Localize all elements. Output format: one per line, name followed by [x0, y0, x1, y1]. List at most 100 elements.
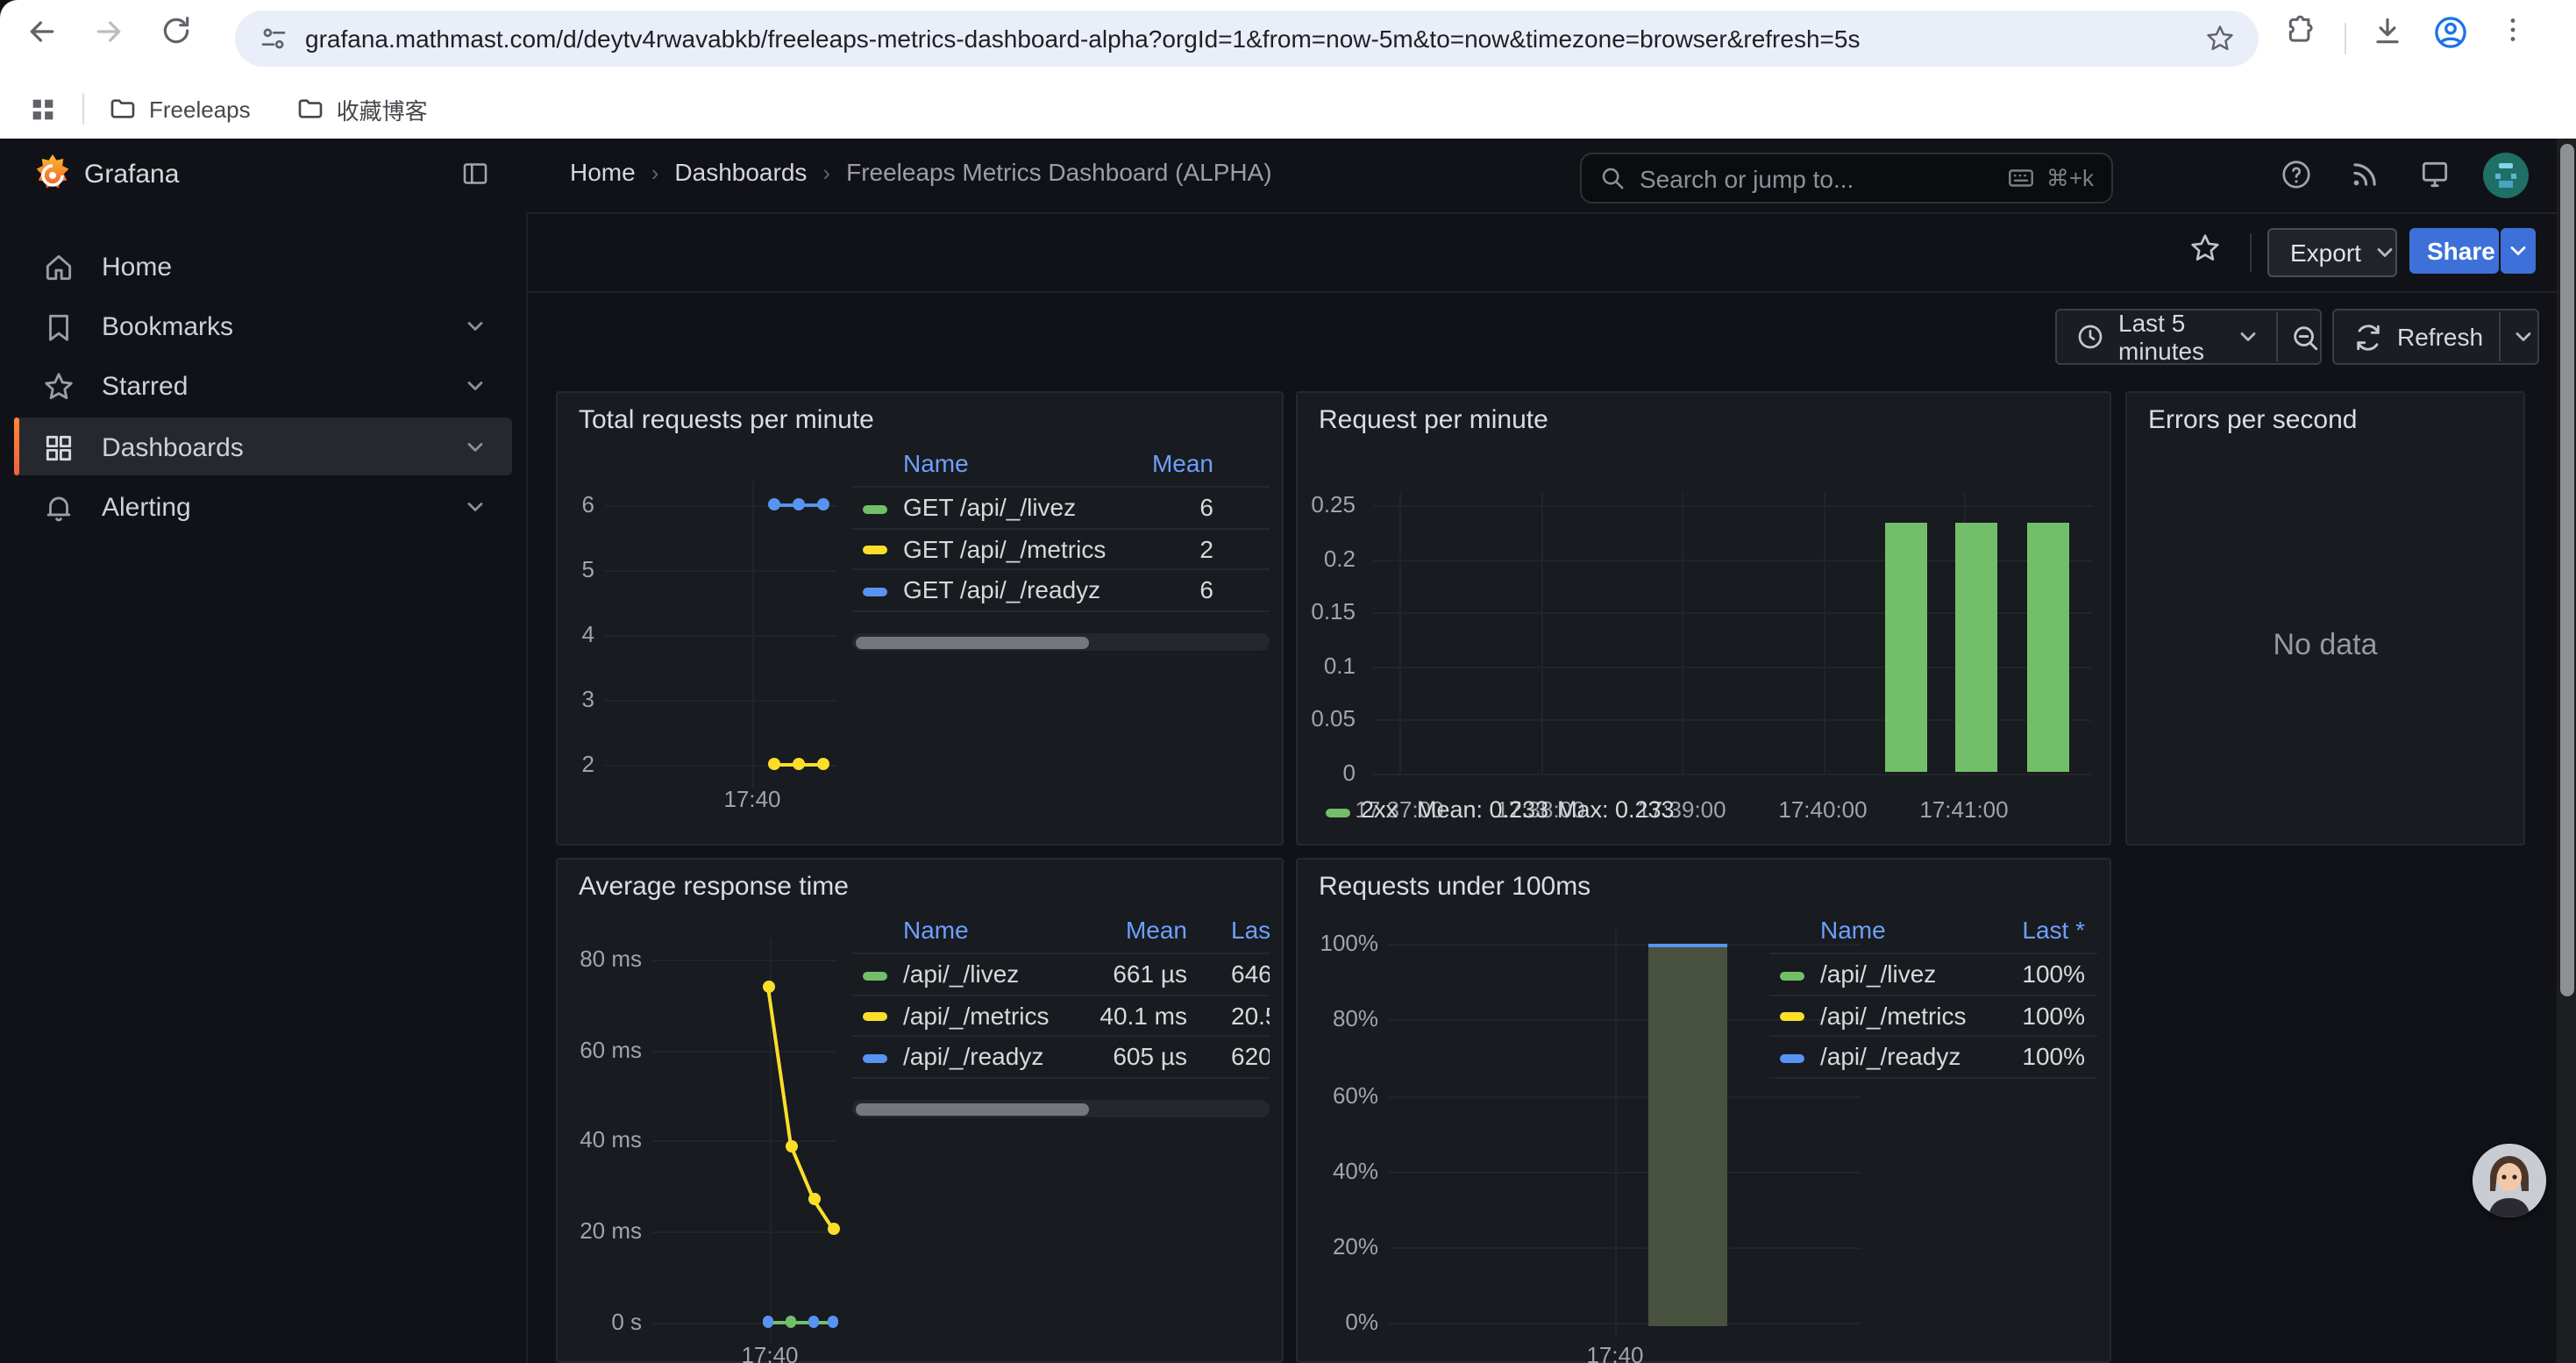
- url-bar[interactable]: grafana.mathmast.com/d/deytv4rwavabkb/fr…: [235, 11, 2259, 67]
- zoom-out-icon[interactable]: [2290, 322, 2320, 352]
- sidebar-item-label: Alerting: [102, 492, 421, 522]
- refresh-button[interactable]: Refresh: [2397, 323, 2483, 351]
- export-button[interactable]: Export: [2267, 228, 2397, 277]
- downloads-icon[interactable]: [2371, 14, 2420, 63]
- legend-column-header[interactable]: Mean: [1003, 449, 1213, 477]
- search-shortcut: ⌘+k: [2006, 163, 2094, 193]
- y-axis-label: 80 ms: [558, 946, 642, 972]
- extensions-icon[interactable]: [2285, 14, 2334, 63]
- gridline: [1389, 943, 1861, 945]
- help-icon[interactable]: [2280, 158, 2313, 191]
- user-avatar[interactable]: [2483, 153, 2529, 198]
- data-point: [816, 758, 829, 770]
- apps-grid-icon[interactable]: [28, 94, 58, 124]
- panel-requests-under-100ms[interactable]: Requests under 100ms 100%80%60%40%20%0%1…: [1296, 858, 2111, 1363]
- divider: [2499, 312, 2501, 361]
- bookmark-folder-blogs[interactable]: 收藏博客: [296, 92, 428, 125]
- scrollbar-thumb[interactable]: [2559, 144, 2573, 996]
- x-axis-label: 17:40: [708, 786, 796, 812]
- time-range-picker[interactable]: Last 5 minutes: [2118, 309, 2224, 365]
- gridline: [1823, 493, 1825, 774]
- panel-title[interactable]: Average response time: [579, 872, 849, 902]
- share-menu-button[interactable]: [2501, 228, 2536, 274]
- gridline: [1389, 1247, 1861, 1249]
- sidebar-item-starred[interactable]: Starred: [0, 356, 526, 416]
- data-point: [785, 1139, 797, 1152]
- data-point: [763, 1317, 774, 1328]
- kiosk-monitor-icon[interactable]: [2418, 158, 2451, 191]
- panel-total-requests-per-minute[interactable]: Total requests per minute 6543217:40Name…: [556, 391, 1284, 846]
- panel-request-per-minute[interactable]: Request per minute 0.250.20.150.10.05017…: [1296, 391, 2111, 846]
- breadcrumb-current: Freeleaps Metrics Dashboard (ALPHA): [846, 158, 1272, 186]
- sidebar-item-dashboards[interactable]: Dashboards: [0, 417, 526, 477]
- breadcrumb-chevron-icon: ›: [636, 159, 675, 185]
- profile-icon[interactable]: [2432, 14, 2481, 63]
- sidebar-item-label: Starred: [102, 371, 421, 401]
- news-rss-icon[interactable]: [2348, 158, 2381, 191]
- gridline: [1373, 505, 2092, 507]
- breadcrumb-home[interactable]: Home: [570, 158, 636, 186]
- bar-2xx: [1955, 524, 1997, 773]
- legend-hscrollbar[interactable]: [852, 1100, 1270, 1117]
- series-color-swatch: [863, 504, 887, 513]
- legend-column-header[interactable]: Last *: [1875, 916, 2085, 944]
- legend-column-header[interactable]: Name: [903, 449, 969, 477]
- gridline: [752, 481, 754, 788]
- clock-icon: [2076, 323, 2104, 351]
- scrollbar-thumb[interactable]: [856, 1103, 1089, 1115]
- share-button[interactable]: Share: [2409, 228, 2499, 274]
- page-scrollbar[interactable]: [2557, 139, 2576, 1363]
- legend-value: 6: [1003, 493, 1213, 521]
- sidebar-item-label: Bookmarks: [102, 311, 421, 341]
- data-point: [792, 758, 804, 770]
- legend-divider: [852, 527, 1270, 529]
- legend-max: Max: 0.233: [1557, 796, 1675, 823]
- gridline: [605, 569, 836, 571]
- legend-value: 100%: [1875, 1042, 2085, 1070]
- sidebar-item-bookmarks[interactable]: Bookmarks: [0, 296, 526, 356]
- series-color-swatch: [863, 546, 887, 554]
- data-point: [827, 1223, 839, 1235]
- legend-series-name[interactable]: 2xx: [1361, 796, 1398, 823]
- series-color-swatch: [1780, 1053, 1804, 1062]
- y-axis-label: 0.05: [1298, 705, 1356, 731]
- x-axis-label: 17:40: [726, 1342, 814, 1363]
- grafana-logo[interactable]: [28, 151, 77, 200]
- panel-title[interactable]: Request per minute: [1319, 405, 1548, 435]
- dock-menu-icon[interactable]: [459, 158, 491, 189]
- reload-icon[interactable]: [160, 14, 209, 63]
- search-input[interactable]: Search or jump to... ⌘+k: [1580, 153, 2113, 203]
- back-icon[interactable]: [25, 14, 74, 63]
- panel-average-response-time[interactable]: Average response time 80 ms60 ms40 ms20 …: [556, 858, 1284, 1363]
- sidebar-item-home[interactable]: Home: [0, 237, 526, 296]
- sidebar-nav: Home Bookmarks Starred Dashboards Alerti…: [0, 212, 528, 1363]
- panel-errors-per-second[interactable]: Errors per second No data: [2125, 391, 2525, 846]
- panel-title[interactable]: Errors per second: [2148, 405, 2357, 435]
- chevron-down-icon: [463, 495, 487, 519]
- bookmark-folder-freeleaps[interactable]: Freeleaps: [109, 95, 251, 123]
- forward-icon[interactable]: [91, 14, 140, 63]
- bookmark-star-icon[interactable]: [2204, 23, 2236, 54]
- site-settings-icon[interactable]: [260, 25, 288, 53]
- grid-icon: [42, 431, 75, 464]
- floating-avatar[interactable]: [2473, 1144, 2546, 1217]
- y-axis-label: 0%: [1298, 1309, 1378, 1335]
- favorite-star-icon[interactable]: [2188, 232, 2222, 265]
- refresh-interval-dropdown[interactable]: [2511, 325, 2536, 349]
- breadcrumb-dashboards[interactable]: Dashboards: [674, 158, 807, 186]
- legend-hscrollbar[interactable]: [852, 633, 1270, 651]
- browser-menu-icon[interactable]: [2497, 14, 2546, 63]
- refresh-icon[interactable]: [2353, 322, 2383, 352]
- legend-column-header[interactable]: Las: [1231, 916, 1270, 944]
- sidebar-item-alerting[interactable]: Alerting: [0, 477, 526, 537]
- grafana-header: Grafana Home › Dashboards › Freeleaps Me…: [0, 139, 2576, 214]
- legend-column-header[interactable]: Mean: [977, 916, 1187, 944]
- y-axis-label: 80%: [1298, 1005, 1378, 1031]
- url-text[interactable]: grafana.mathmast.com/d/deytv4rwavabkb/fr…: [305, 25, 2204, 53]
- legend-column-header[interactable]: Name: [903, 916, 969, 944]
- panel-title[interactable]: Requests under 100ms: [1319, 872, 1590, 902]
- legend-divider: [1769, 952, 2097, 953]
- panel-title[interactable]: Total requests per minute: [579, 405, 874, 435]
- gridline: [652, 1050, 836, 1052]
- scrollbar-thumb[interactable]: [856, 636, 1089, 648]
